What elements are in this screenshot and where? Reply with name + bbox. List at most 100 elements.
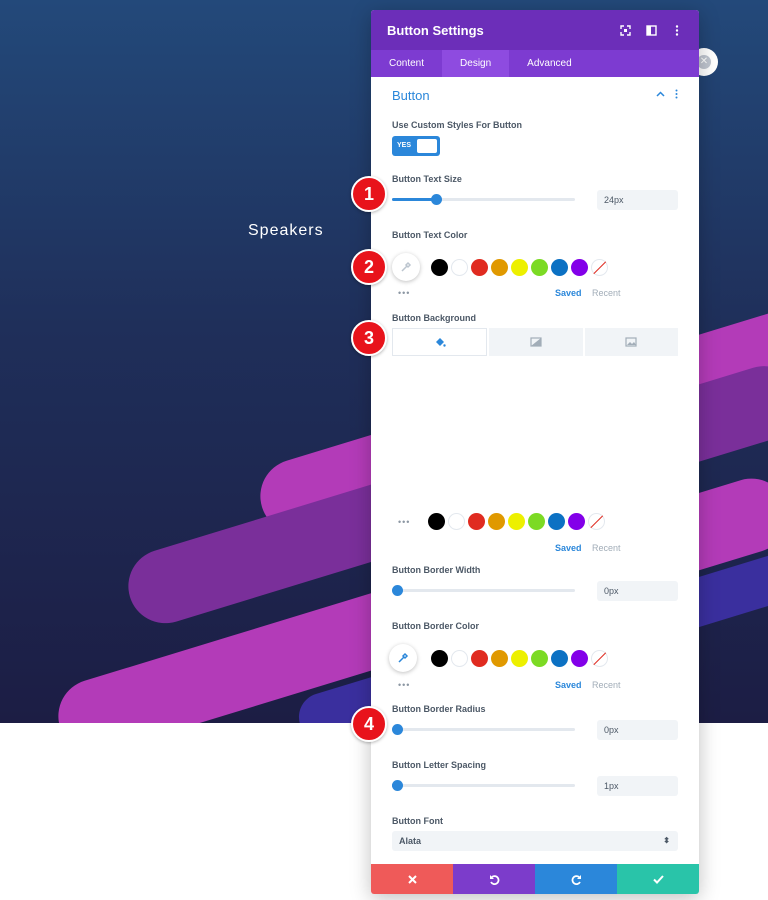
redo-button[interactable] (535, 864, 617, 894)
color-swatch[interactable] (548, 513, 565, 530)
letter-spacing-input[interactable]: 1px (597, 776, 678, 796)
color-swatch[interactable] (571, 650, 588, 667)
step-marker-4: 4 (351, 706, 387, 742)
border-width-input[interactable]: 0px (597, 581, 678, 601)
recent-colors-tab[interactable]: Recent (592, 680, 621, 690)
color-swatch[interactable] (531, 259, 548, 276)
more-options-icon[interactable] (671, 24, 683, 36)
fullscreen-icon[interactable] (619, 24, 631, 36)
letter-spacing-slider[interactable] (392, 780, 575, 791)
font-select-value: Alata (399, 836, 422, 846)
text-size-slider[interactable] (392, 194, 575, 205)
panel-footer (371, 864, 699, 894)
transparent-swatch[interactable] (591, 650, 608, 667)
section-title: Button (392, 87, 430, 103)
saved-colors-tab[interactable]: Saved (555, 288, 582, 298)
letter-spacing-label: Button Letter Spacing (392, 760, 486, 770)
color-swatch[interactable] (491, 650, 508, 667)
font-select[interactable]: Alata ⬍ (392, 831, 678, 851)
text-color-swatches (431, 259, 608, 276)
split-view-icon[interactable] (645, 24, 657, 36)
color-swatch[interactable] (551, 259, 568, 276)
paint-bucket-icon (435, 338, 446, 347)
border-color-label: Button Border Color (392, 621, 479, 631)
step-marker-1: 1 (351, 176, 387, 212)
border-width-label: Button Border Width (392, 565, 481, 575)
color-swatch[interactable] (491, 259, 508, 276)
tab-background-color[interactable] (392, 328, 488, 356)
undo-icon (489, 874, 499, 885)
color-swatch[interactable] (471, 259, 488, 276)
border-width-slider[interactable] (392, 585, 575, 596)
page-heading: Speakers (248, 222, 324, 239)
image-icon (625, 337, 637, 347)
color-swatch[interactable] (488, 513, 505, 530)
color-swatch[interactable] (448, 513, 465, 530)
saved-colors-tab[interactable]: Saved (555, 680, 582, 690)
cancel-button[interactable] (371, 864, 453, 894)
color-swatch[interactable] (511, 259, 528, 276)
font-label: Button Font (392, 816, 443, 826)
color-swatch[interactable] (531, 650, 548, 667)
recent-colors-tab[interactable]: Recent (592, 288, 621, 298)
slider-thumb[interactable] (392, 724, 403, 735)
eyedropper-icon (401, 261, 412, 272)
section-header[interactable]: Button (371, 77, 699, 113)
section-options-icon[interactable] (675, 89, 678, 102)
slider-thumb[interactable] (431, 194, 442, 205)
toggle-knob (417, 139, 437, 153)
toggle-state-label: YES (397, 142, 412, 149)
color-swatch[interactable] (428, 513, 445, 530)
eyedropper-icon (398, 652, 409, 663)
close-icon: ✕ (697, 55, 711, 69)
slider-thumb[interactable] (392, 585, 403, 596)
color-swatch[interactable] (551, 650, 568, 667)
slider-thumb[interactable] (392, 780, 403, 791)
custom-styles-toggle[interactable]: YES (392, 136, 440, 156)
color-swatch[interactable] (528, 513, 545, 530)
color-swatch[interactable] (471, 650, 488, 667)
background-type-tabs (392, 328, 678, 356)
save-button[interactable] (617, 864, 699, 894)
color-swatch[interactable] (508, 513, 525, 530)
border-color-swatches (431, 650, 608, 667)
more-colors-icon[interactable]: ••• (398, 517, 410, 527)
color-swatch[interactable] (468, 513, 485, 530)
background-label: Button Background (392, 313, 476, 323)
tab-design[interactable]: Design (442, 50, 510, 77)
border-radius-slider[interactable] (392, 724, 575, 735)
text-color-label: Button Text Color (392, 230, 468, 240)
chevron-up-icon[interactable] (656, 89, 665, 102)
close-icon (407, 874, 417, 884)
button-settings-panel: Button Settings Content Design Advanced … (371, 10, 699, 894)
transparent-swatch[interactable] (591, 259, 608, 276)
color-swatch[interactable] (511, 650, 528, 667)
recent-colors-tab[interactable]: Recent (592, 543, 621, 553)
color-swatch[interactable] (431, 259, 448, 276)
saved-colors-tab[interactable]: Saved (555, 543, 582, 553)
custom-styles-label: Use Custom Styles For Button (392, 120, 523, 130)
color-swatch[interactable] (431, 650, 448, 667)
step-marker-2: 2 (351, 249, 387, 285)
color-swatch[interactable] (451, 650, 468, 667)
text-size-label: Button Text Size (392, 174, 462, 184)
select-arrows-icon: ⬍ (663, 836, 670, 845)
undo-button[interactable] (453, 864, 535, 894)
checkmark-icon (652, 874, 664, 884)
tab-content[interactable]: Content (371, 50, 442, 77)
text-size-input[interactable]: 24px (597, 190, 678, 210)
more-colors-icon[interactable]: ••• (398, 288, 410, 298)
color-swatch[interactable] (568, 513, 585, 530)
text-color-picker[interactable] (392, 253, 420, 281)
tab-advanced[interactable]: Advanced (509, 50, 589, 77)
color-swatch[interactable] (451, 259, 468, 276)
tab-background-gradient[interactable] (489, 328, 583, 356)
background-color-swatches (428, 513, 605, 530)
border-radius-input[interactable]: 0px (597, 720, 678, 740)
background-color-preview[interactable] (392, 370, 678, 500)
tab-background-image[interactable] (584, 328, 678, 356)
transparent-swatch[interactable] (588, 513, 605, 530)
color-swatch[interactable] (571, 259, 588, 276)
border-color-picker[interactable] (389, 644, 417, 672)
more-colors-icon[interactable]: ••• (398, 680, 410, 690)
